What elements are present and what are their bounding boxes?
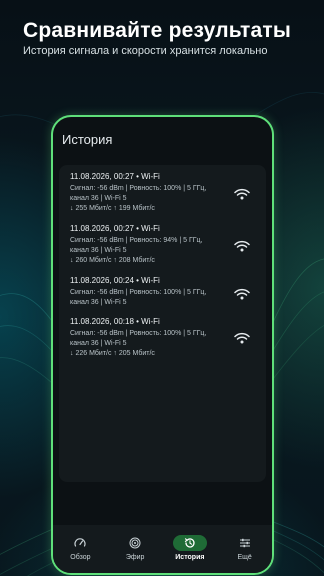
- history-item[interactable]: 11.08.2026, 00:24 • Wi-Fi Сигнал: -56 dB…: [70, 276, 260, 308]
- sliders-icon: [239, 538, 250, 548]
- nav-label: Эфир: [125, 554, 145, 561]
- history-icon: [184, 538, 195, 548]
- history-item-title: 11.08.2026, 00:24 • Wi-Fi: [70, 276, 160, 285]
- nav-item-more[interactable]: Ещё: [220, 535, 270, 561]
- radar-icon: [129, 537, 141, 549]
- history-item-title: 11.08.2026, 00:27 • Wi-Fi: [70, 224, 160, 233]
- phone-mockup: История 11.08.2026, 00:27 • Wi-Fi Сигнал…: [51, 115, 274, 575]
- history-item-detail: Сигнал: -56 dBm | Ровность: 100% | 5 ГГц…: [70, 330, 207, 347]
- history-item-detail: Сигнал: -56 dBm | Ровность: 100% | 5 ГГц…: [70, 185, 207, 202]
- wifi-icon: [234, 240, 250, 252]
- nav-label: История: [175, 554, 205, 561]
- page-title: История: [62, 132, 113, 147]
- wifi-icon: [234, 288, 250, 300]
- history-item[interactable]: 11.08.2026, 00:18 • Wi-Fi Сигнал: -56 dB…: [70, 317, 260, 359]
- nav-label: Обзор: [70, 554, 91, 561]
- history-item-title: 11.08.2026, 00:27 • Wi-Fi: [70, 172, 160, 181]
- wifi-icon: [234, 332, 250, 344]
- hero-subtitle: История сигнала и скорости хранится лока…: [23, 45, 268, 57]
- history-item-speed: ↓ 260 Мбит/с ↑ 208 Мбит/с: [70, 257, 155, 264]
- history-item-speed: ↓ 255 Мбит/с ↑ 199 Мбит/с: [70, 205, 155, 212]
- nav-item-history[interactable]: История: [165, 535, 215, 561]
- bottom-navigation: Обзор Эфир История Ещё: [53, 525, 272, 573]
- history-item-detail: Сигнал: -56 dBm | Ровность: 94% | 5 ГГц,…: [70, 237, 203, 254]
- history-item-title: 11.08.2026, 00:18 • Wi-Fi: [70, 317, 160, 326]
- history-item[interactable]: 11.08.2026, 00:27 • Wi-Fi Сигнал: -56 dB…: [70, 224, 260, 266]
- wifi-icon: [234, 188, 250, 200]
- nav-item-overview[interactable]: Обзор: [55, 535, 105, 561]
- hero-title: Сравнивайте результаты: [23, 19, 292, 42]
- history-list: 11.08.2026, 00:27 • Wi-Fi Сигнал: -56 dB…: [59, 165, 266, 482]
- nav-label: Ещё: [237, 554, 252, 561]
- history-item[interactable]: 11.08.2026, 00:27 • Wi-Fi Сигнал: -56 dB…: [70, 172, 260, 214]
- history-item-speed: ↓ 226 Мбит/с ↑ 205 Мбит/с: [70, 350, 155, 357]
- nav-item-air[interactable]: Эфир: [110, 535, 160, 561]
- history-item-detail: Сигнал: -56 dBm | Ровность: 100% | 5 ГГц…: [70, 289, 207, 306]
- speedometer-icon: [74, 538, 86, 547]
